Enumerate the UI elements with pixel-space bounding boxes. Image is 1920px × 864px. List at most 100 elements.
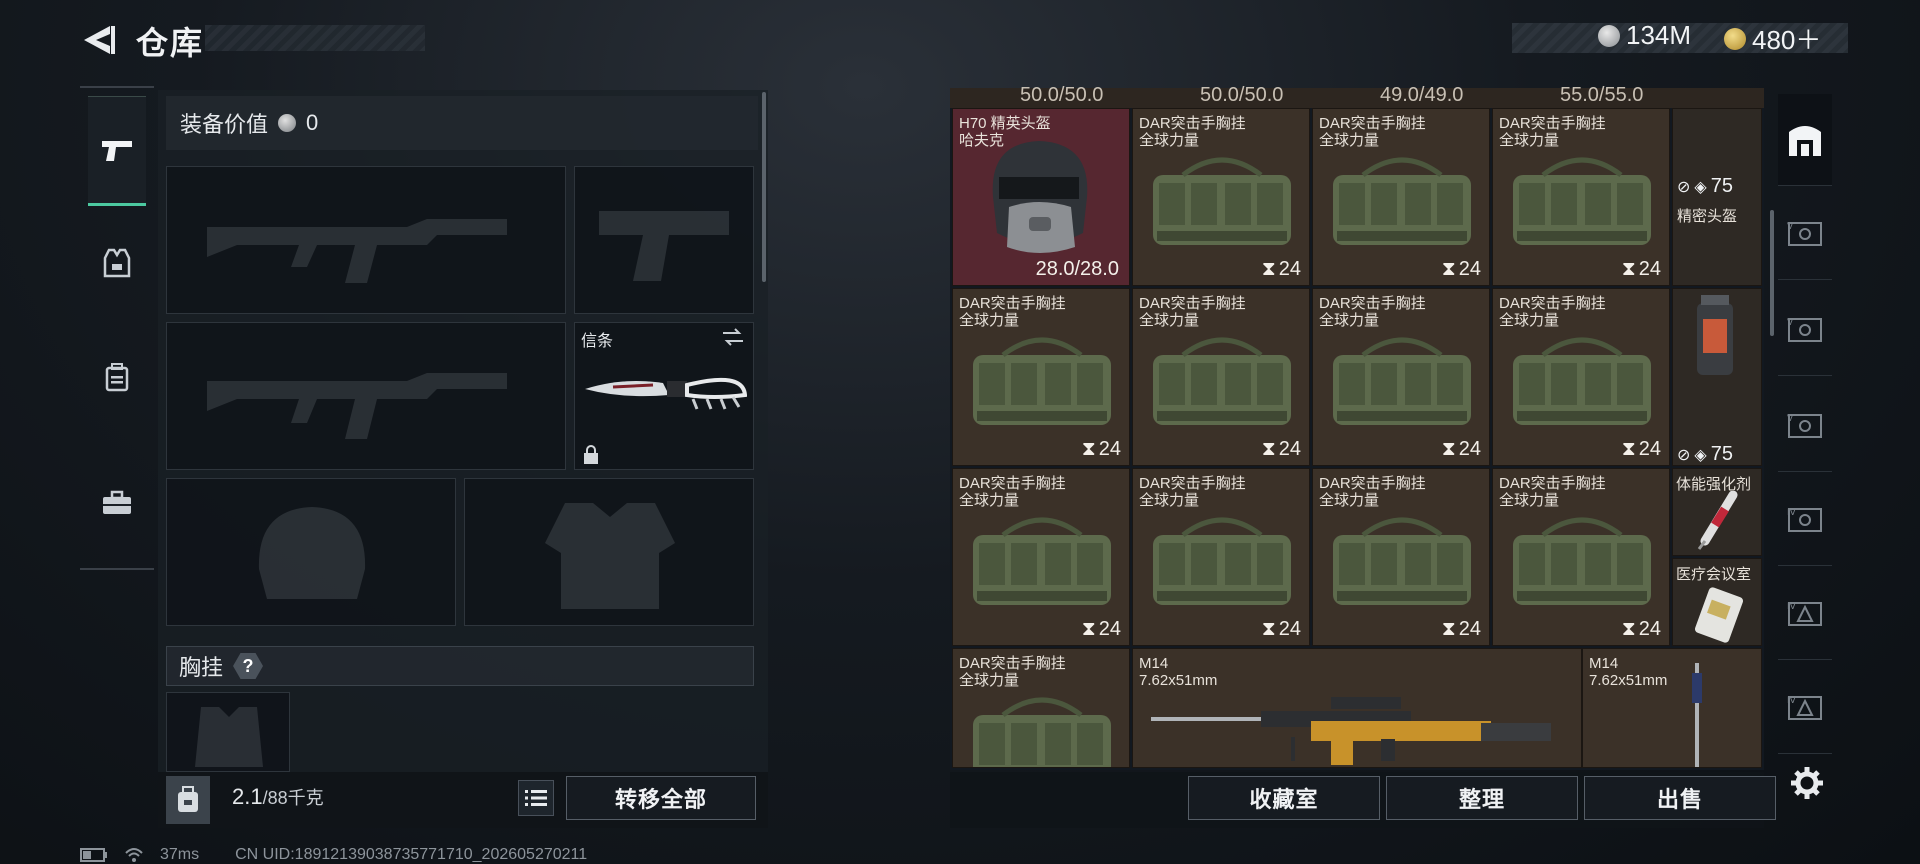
organize-button[interactable]: 整理 [1386, 776, 1578, 820]
page-title: 仓库 [136, 25, 205, 61]
coin-balance[interactable]: 134M [1598, 20, 1691, 51]
count-value: 24 [1278, 258, 1301, 280]
tab-storage-v3[interactable]: V [1778, 380, 1832, 472]
secondary-weapon-slot[interactable] [574, 166, 754, 314]
equipment-scrollbar[interactable] [762, 92, 766, 282]
no-repair-icon: ⊘ [1677, 446, 1691, 464]
chest-rig-image [1333, 517, 1471, 605]
tab-storage-iv1[interactable]: IV [1778, 474, 1832, 566]
chest-rig-item[interactable]: DAR突击手胸挂 全球力量 ⧗ 24 [1492, 288, 1670, 466]
tab-storage-v1[interactable]: V [1778, 188, 1832, 280]
chest-rig-item[interactable]: DAR突击手胸挂 全球力量 ⧗ 24 [1132, 468, 1310, 646]
m14-rifle-item[interactable]: M14 7.62x51mm [1582, 648, 1762, 768]
chest-rig-item[interactable]: DAR突击手胸挂 全球力量 ⧗ 24 [1312, 468, 1490, 646]
count-value: 24 [1638, 438, 1661, 460]
rig-name: DAR突击手胸挂 [959, 295, 1066, 312]
helmet-slot[interactable] [166, 478, 456, 626]
equipment-value-amount: 0 [306, 110, 319, 135]
swap-icon[interactable] [721, 327, 745, 347]
tertiary-weapon-slot[interactable] [166, 322, 566, 470]
rig-brand: 全球力量 [1499, 312, 1560, 329]
weapon-name: M14 [1139, 655, 1169, 672]
tab-storage-iv2[interactable]: IV [1778, 568, 1832, 660]
side-item-helmet[interactable]: ⊘ ◈ 75 精密头盔 [1672, 108, 1762, 286]
helmet-item[interactable]: H70 精英头盔 哈夫克 28.0/28.0 [952, 108, 1130, 286]
rig-name: DAR突击手胸挂 [1499, 475, 1606, 492]
item-count: ⧗ 24 [1262, 438, 1301, 461]
transfer-all-button[interactable]: 转移全部 [566, 776, 756, 820]
capacity-icon: ⧗ [1261, 618, 1276, 640]
tab-case[interactable] [88, 448, 146, 558]
capacity-icon: ⧗ [1441, 618, 1456, 640]
chest-rig-item[interactable]: DAR突击手胸挂 全球力量 ⧗ 24 [1312, 108, 1490, 286]
durability-value: 50.0/50.0 [1200, 84, 1284, 106]
help-icon[interactable]: ? [233, 653, 264, 679]
rig-name: DAR突击手胸挂 [1139, 115, 1246, 132]
chest-rig-item[interactable]: DAR突击手胸挂 全球力量 ⧗ 24 [1492, 108, 1670, 286]
armor-vest-icon [103, 248, 131, 278]
tab-storage-v2[interactable]: V [1778, 284, 1832, 376]
tab-weapons[interactable] [88, 96, 146, 206]
helmet-image [992, 141, 1088, 253]
status-bar: 37ms CN UID:18912139038735771710_2026052… [80, 846, 587, 864]
sell-button[interactable]: 出售 [1584, 776, 1776, 820]
list-view-button[interactable] [518, 780, 554, 816]
chest-rig-image [973, 697, 1111, 767]
backpack-weight: 2.1/88千克 [232, 784, 324, 810]
keycard-image [1695, 587, 1743, 643]
chest-rig-item[interactable]: DAR突击手胸挂 全球力量 ⧗ 24 [952, 288, 1130, 466]
primary-weapon-slot[interactable] [166, 166, 566, 314]
item-name: DAR突击手胸挂 全球力量 [959, 655, 1066, 689]
rig-name: DAR突击手胸挂 [1319, 115, 1426, 132]
side-item-keycard[interactable]: 医疗会议室 [1672, 558, 1762, 646]
tab-armor[interactable] [88, 208, 146, 318]
inventory-scrollbar[interactable] [1770, 210, 1774, 336]
token-icon [1724, 27, 1746, 50]
token-balance[interactable]: 480＋ [1724, 20, 1821, 57]
warning-box-icon: IV [1785, 599, 1825, 629]
tab-backpack[interactable] [88, 322, 146, 432]
capacity-icon: ⧗ [1441, 438, 1456, 460]
rig-name: DAR突击手胸挂 [959, 655, 1066, 672]
chest-rig-image [973, 517, 1111, 605]
body-armor-slot[interactable] [464, 478, 754, 626]
item-name: DAR突击手胸挂 全球力量 [959, 475, 1066, 509]
battery-icon [80, 848, 108, 862]
ping-value: 37ms [160, 846, 200, 863]
m14-rifle-image [1151, 697, 1551, 765]
melee-slot[interactable]: 信条 [574, 322, 754, 470]
helmet-name: H70 精英头盔 [959, 115, 1051, 132]
chest-rig-item[interactable]: DAR突击手胸挂 全球力量 ⧗ 24 [1312, 288, 1490, 466]
tab-storage-iv3[interactable]: IV [1778, 662, 1832, 754]
chest-rig-item[interactable]: DAR突击手胸挂 全球力量 ⧗ 24 [1492, 468, 1670, 646]
rig-brand: 全球力量 [959, 312, 1020, 329]
item-name: DAR突击手胸挂 全球力量 [1319, 475, 1426, 509]
collection-room-button[interactable]: 收藏室 [1188, 776, 1380, 820]
m14-rifle-image [1692, 663, 1702, 767]
side-item-container[interactable]: ⊘ ◈ 75 [1672, 288, 1762, 466]
chest-rig-image [1153, 517, 1291, 605]
chest-rig-slot[interactable] [166, 692, 290, 772]
rig-brand: 全球力量 [959, 672, 1020, 689]
safe-box-icon: V [1785, 315, 1825, 345]
chest-rig-item[interactable]: DAR突击手胸挂 全球力量 [952, 648, 1130, 768]
tab-main-storage[interactable] [1778, 94, 1832, 186]
svg-text:V: V [1787, 414, 1794, 424]
back-arrow-icon[interactable] [80, 20, 116, 60]
item-count: ⧗ 24 [1082, 438, 1121, 461]
safe-box-icon: V [1785, 411, 1825, 441]
chest-rig-item[interactable]: DAR突击手胸挂 全球力量 ⧗ 24 [1132, 108, 1310, 286]
m14-rifle-item[interactable]: M14 7.62x51mm [1132, 648, 1582, 768]
side-item-injector[interactable]: 体能强化剂 [1672, 468, 1762, 556]
settings-gear-icon[interactable] [1790, 766, 1824, 800]
armor-stat: ⊘ ◈ 75 [1677, 175, 1733, 198]
chest-rig-image [1153, 337, 1291, 425]
chest-rig-item[interactable]: DAR突击手胸挂 全球力量 ⧗ 24 [1132, 288, 1310, 466]
capacity-icon: ⧗ [1621, 258, 1636, 280]
chest-rig-item[interactable]: DAR突击手胸挂 全球力量 ⧗ 24 [952, 468, 1130, 646]
warning-box-icon: IV [1785, 693, 1825, 723]
capacity-icon: ⧗ [1621, 618, 1636, 640]
rifle-silhouette-icon [207, 219, 507, 283]
chest-rig-image [1333, 337, 1471, 425]
item-count: ⧗ 24 [1622, 618, 1661, 641]
